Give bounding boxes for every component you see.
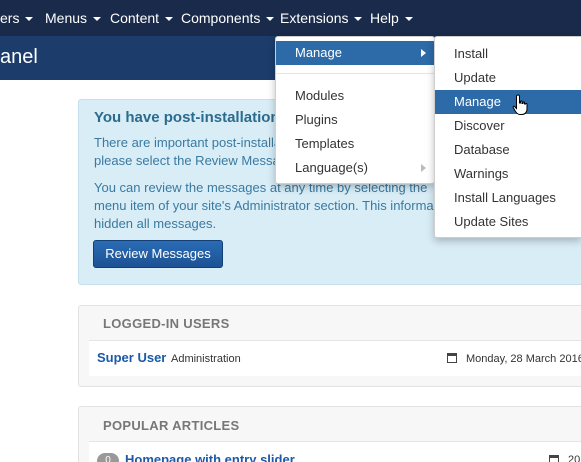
nav-components[interactable]: Components	[181, 0, 275, 36]
chevron-right-icon	[421, 164, 426, 172]
alert-text-line: There are important post-installa	[94, 135, 282, 150]
hand-cursor-icon	[512, 94, 528, 115]
calendar-icon	[447, 353, 457, 363]
user-role: Administration	[171, 353, 241, 365]
page-title: anel	[0, 46, 38, 68]
nav-users-label: ers	[0, 10, 20, 26]
menu-item-manage[interactable]: Manage	[276, 41, 434, 65]
table-row: 0 Homepage with entry slider 20	[89, 441, 581, 462]
panel-title: POPULAR ARTICLES	[103, 418, 240, 433]
alert-text-line: hidden all messages.	[94, 216, 217, 231]
alert-text-line: menu item of your site's Administrator s…	[94, 198, 434, 213]
nav-menus-label: Menus	[45, 10, 88, 26]
submenu-item-database[interactable]: Database	[435, 138, 581, 162]
submenu-item-update-sites[interactable]: Update Sites	[435, 210, 581, 234]
submenu-item-warnings[interactable]: Warnings	[435, 162, 581, 186]
menu-item-label: Manage	[295, 45, 342, 60]
chevron-down-icon	[165, 17, 174, 22]
menu-item-modules[interactable]: Modules	[276, 84, 434, 108]
top-navbar: ers Menus Content Components Extensions …	[0, 0, 581, 36]
submenu-item-install[interactable]: Install	[435, 42, 581, 66]
nav-menus[interactable]: Menus	[45, 0, 102, 36]
menu-item-label: Language(s)	[295, 160, 368, 175]
chevron-down-icon	[25, 17, 34, 22]
menu-item-templates[interactable]: Templates	[276, 132, 434, 156]
extensions-dropdown: Manage Modules Plugins Templates Languag…	[275, 36, 435, 184]
nav-components-label: Components	[181, 10, 261, 26]
article-link[interactable]: Homepage with entry slider	[125, 452, 295, 462]
nav-help-label: Help	[370, 10, 399, 26]
calendar-icon	[549, 455, 559, 462]
manage-submenu: Install Update Manage Discover Database …	[434, 36, 581, 238]
chevron-down-icon	[266, 17, 275, 22]
menu-item-languages[interactable]: Language(s)	[276, 156, 434, 180]
article-date: 20	[568, 454, 581, 462]
popular-articles-panel: POPULAR ARTICLES 0 Homepage with entry s…	[78, 406, 581, 462]
menu-item-plugins[interactable]: Plugins	[276, 108, 434, 132]
submenu-item-discover[interactable]: Discover	[435, 114, 581, 138]
alert-text-line: please select the Review Messa	[94, 153, 280, 168]
nav-content-label: Content	[110, 10, 160, 26]
nav-extensions[interactable]: Extensions	[280, 0, 363, 36]
nav-content[interactable]: Content	[110, 0, 174, 36]
review-messages-button[interactable]: Review Messages	[93, 240, 223, 268]
hits-badge: 0	[97, 453, 119, 462]
panel-title: LOGGED-IN USERS	[103, 316, 230, 331]
nav-users[interactable]: ers	[0, 0, 34, 36]
submenu-item-manage[interactable]: Manage	[435, 90, 581, 114]
chevron-right-icon	[421, 49, 426, 57]
submenu-item-install-languages[interactable]: Install Languages	[435, 186, 581, 210]
chevron-down-icon	[354, 17, 363, 22]
submenu-item-update[interactable]: Update	[435, 66, 581, 90]
nav-help[interactable]: Help	[370, 0, 413, 36]
nav-extensions-label: Extensions	[280, 10, 349, 26]
menu-divider	[276, 73, 434, 74]
login-date: Monday, 28 March 2016	[466, 353, 581, 365]
chevron-down-icon	[404, 17, 413, 22]
table-row: Super User Administration Monday, 28 Mar…	[89, 340, 581, 376]
alert-heading: You have post-installation	[94, 109, 280, 126]
chevron-down-icon	[93, 17, 102, 22]
user-link[interactable]: Super User	[97, 350, 166, 365]
logged-in-users-panel: LOGGED-IN USERS Super User Administratio…	[78, 305, 581, 387]
